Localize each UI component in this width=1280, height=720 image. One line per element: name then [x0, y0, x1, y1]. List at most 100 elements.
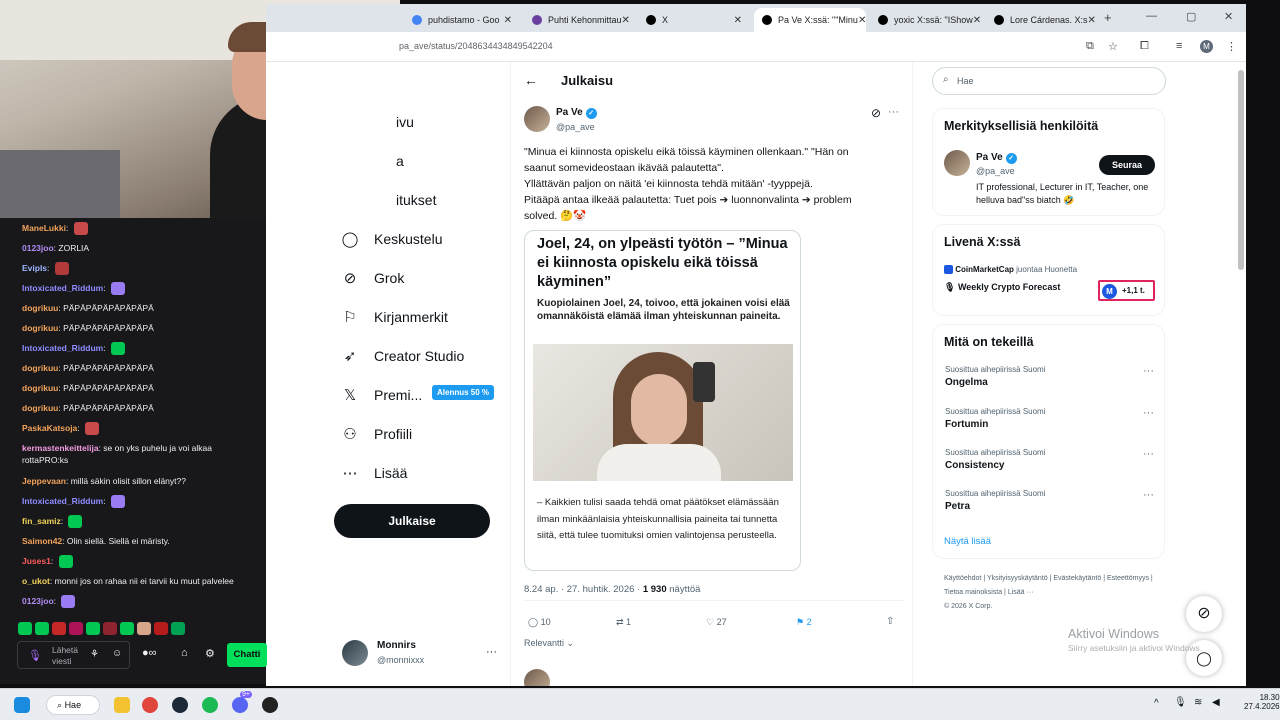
- premium-discount-badge[interactable]: Alennus 50 %: [432, 385, 495, 400]
- chat-username[interactable]: Intoxicated_Riddum: [22, 283, 103, 293]
- like-button[interactable]: ♡ 27: [706, 617, 727, 628]
- browser-tab-active[interactable]: Pa Ve X:ssä: ""Minu ✕: [754, 8, 866, 32]
- emote-icon[interactable]: ⚘: [90, 649, 99, 660]
- chat-username[interactable]: Jeppevaan: [22, 476, 66, 486]
- trend-item[interactable]: Suosittua aihepiirissä Suomi Ongelma: [945, 365, 1046, 388]
- follow-button[interactable]: Seuraa: [1099, 155, 1155, 175]
- browser-tab[interactable]: yoxic X:ssä: "IShow ✕: [870, 8, 982, 32]
- chrome-icon[interactable]: [142, 697, 158, 713]
- emote[interactable]: [110, 282, 125, 296]
- wifi-icon[interactable]: ≋: [1194, 697, 1202, 708]
- browser-tab[interactable]: Puhti Kehonmittau ✕: [524, 8, 634, 32]
- author-avatar[interactable]: [524, 106, 550, 132]
- nav-item-more[interactable]: ⋯ Lisää: [340, 464, 408, 482]
- settings-gear-icon[interactable]: ⚙: [205, 647, 215, 660]
- profile-avatar[interactable]: M: [1200, 40, 1213, 53]
- chat-username[interactable]: dogrikuu: [22, 363, 58, 373]
- footer-link[interactable]: Lisää ···: [1008, 589, 1034, 596]
- live-listeners[interactable]: M +1,1 t.: [1098, 280, 1155, 301]
- nav-item-creator-studio[interactable]: ➶ Creator Studio: [340, 347, 465, 365]
- chat-username[interactable]: dogrikuu: [22, 403, 58, 413]
- bookmark-button[interactable]: ⚑ 2: [796, 617, 812, 628]
- trend-more-icon[interactable]: ···: [1143, 407, 1154, 419]
- volume-icon[interactable]: ◀: [1212, 697, 1220, 708]
- steam-icon[interactable]: [172, 697, 188, 713]
- nav-item-explore[interactable]: a: [396, 153, 404, 169]
- close-icon[interactable]: ✕: [734, 15, 742, 26]
- person-name[interactable]: Pa Ve ✓: [976, 152, 1017, 164]
- discord-icon[interactable]: [232, 697, 248, 713]
- star-icon[interactable]: ☆: [1108, 40, 1118, 53]
- close-icon[interactable]: ✕: [1088, 15, 1096, 26]
- chat-username[interactable]: Intoxicated_Riddum: [22, 496, 103, 506]
- chat-username[interactable]: fin_samiz: [22, 516, 61, 526]
- emote[interactable]: [110, 342, 125, 356]
- trend-item[interactable]: Suosittua aihepiirissä Suomi Petra: [945, 489, 1046, 512]
- url-text[interactable]: pa_ave/status/2048634434849542204: [399, 41, 553, 51]
- trend-item[interactable]: Suosittua aihepiirissä Suomi Consistency: [945, 448, 1046, 471]
- windows-start-icon[interactable]: [14, 697, 30, 713]
- footer-link[interactable]: Käyttöehdot: [944, 575, 981, 582]
- footer-link[interactable]: Yksityisyyskäytäntö: [987, 575, 1048, 582]
- clock[interactable]: 18.30 27.4.2026: [1244, 693, 1280, 711]
- chat-username[interactable]: 0123joo: [22, 243, 54, 253]
- new-tab-button[interactable]: +: [1104, 10, 1112, 25]
- store-icon[interactable]: ⌂: [181, 647, 188, 659]
- trend-item[interactable]: Suosittua aihepiirissä Suomi Fortumin: [945, 407, 1046, 430]
- author-name[interactable]: Pa Ve ✓: [556, 107, 597, 119]
- article-image-card[interactable]: Joel, 24, on ylpeästi työtön – ”Minua ei…: [524, 230, 801, 571]
- chat-username[interactable]: o_ukot: [22, 576, 50, 586]
- nav-item-profile[interactable]: ⚇ Profiili: [340, 425, 412, 443]
- emote[interactable]: [52, 622, 66, 636]
- footer-link[interactable]: Evästekäytäntö: [1053, 575, 1101, 582]
- emote[interactable]: [85, 422, 100, 436]
- emote[interactable]: [137, 622, 151, 636]
- chat-username[interactable]: Saimon42: [22, 536, 62, 546]
- address-bar[interactable]: pa_ave/status/2048634434849542204 ⧉ ☆ ⧠ …: [266, 32, 1246, 62]
- close-icon[interactable]: ✕: [622, 15, 630, 26]
- emote[interactable]: [18, 622, 32, 636]
- account-menu-icon[interactable]: ···: [486, 646, 497, 658]
- emote[interactable]: [54, 262, 69, 276]
- chat-username[interactable]: Intoxicated_Riddum: [22, 343, 103, 353]
- taskbar-search[interactable]: ⌕ Hae: [46, 695, 100, 715]
- nav-item-grok[interactable]: ⊘ Grok: [340, 269, 405, 287]
- person-avatar[interactable]: [944, 150, 970, 176]
- repost-button[interactable]: ⇄ 1: [616, 617, 631, 628]
- file-explorer-icon[interactable]: [114, 697, 130, 713]
- browser-tab[interactable]: Lore Cárdenas. X:s ✕: [986, 8, 1098, 32]
- browser-tab[interactable]: puhdistamo - Goo ✕: [404, 8, 520, 32]
- minimize-button[interactable]: —: [1146, 10, 1157, 22]
- emote[interactable]: [154, 622, 168, 636]
- chat-username[interactable]: 0123joo: [22, 596, 54, 606]
- chat-username[interactable]: ManeLukki: [22, 223, 66, 233]
- nav-item-bookmarks[interactable]: ⚐ Kirjanmerkit: [340, 308, 448, 326]
- nav-item-home[interactable]: ivu: [396, 114, 414, 130]
- window-close-button[interactable]: ✕: [1224, 10, 1233, 23]
- post-more-icon[interactable]: ···: [888, 106, 899, 118]
- live-room[interactable]: 🎙 Weekly Crypto Forecast: [944, 282, 1060, 293]
- menu-icon[interactable]: ⋮: [1226, 40, 1237, 53]
- close-icon[interactable]: ✕: [858, 15, 866, 26]
- back-arrow-icon[interactable]: ←: [524, 72, 538, 88]
- footer-link[interactable]: Tietoa mainoksista: [944, 589, 1002, 596]
- chat-input[interactable]: 🎙 Lähetä viesti ⚘ ☺: [17, 641, 130, 669]
- chat-username[interactable]: dogrikuu: [22, 323, 58, 333]
- emote[interactable]: [103, 622, 117, 636]
- chat-username[interactable]: dogrikuu: [22, 303, 58, 313]
- sort-dropdown[interactable]: Relevantti ⌄: [524, 638, 574, 649]
- nav-item-chat[interactable]: ◯ Keskustelu: [340, 230, 443, 248]
- emote[interactable]: [68, 515, 83, 529]
- account-avatar[interactable]: [342, 640, 368, 666]
- footer-link[interactable]: Esteettömyys: [1107, 575, 1149, 582]
- extensions-icon[interactable]: ⧠: [1140, 40, 1149, 53]
- trend-more-icon[interactable]: ···: [1143, 448, 1154, 460]
- emote[interactable]: [110, 495, 125, 509]
- install-icon[interactable]: ⧉: [1086, 40, 1094, 53]
- grok-icon[interactable]: ⊘: [871, 106, 881, 120]
- emote[interactable]: [35, 622, 49, 636]
- media-icon[interactable]: ≡: [1176, 40, 1182, 52]
- grok-fab-icon[interactable]: ⊘: [1186, 596, 1222, 632]
- emote[interactable]: [171, 622, 185, 636]
- chat-username[interactable]: kermastenkeittelija: [22, 443, 99, 453]
